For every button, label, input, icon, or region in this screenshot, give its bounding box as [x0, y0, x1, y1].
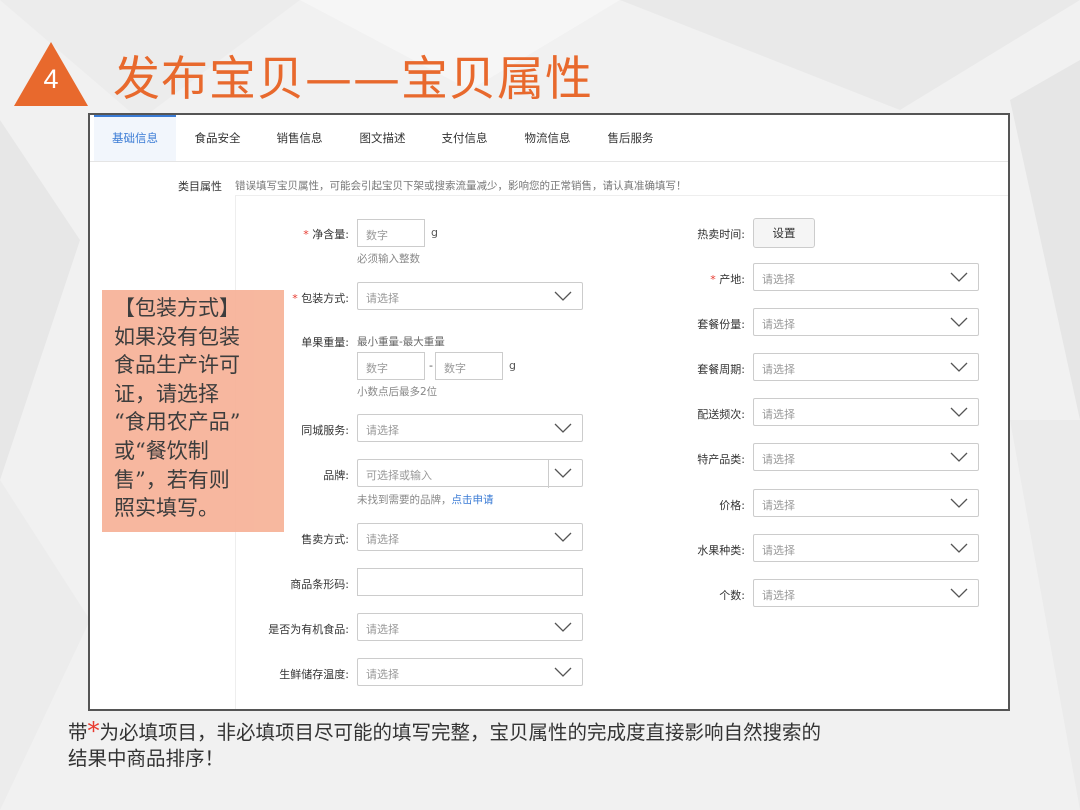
brand-hint: 未找到需要的品牌，点击申请: [357, 494, 494, 506]
net-content-input[interactable]: 数字: [357, 219, 425, 247]
price-label: 价格:: [719, 499, 745, 512]
package-count-select[interactable]: 请选择: [753, 308, 979, 336]
required-star: *: [87, 717, 100, 745]
slide-title: 发布宝贝——宝贝属性: [113, 52, 593, 107]
tab-food-safety[interactable]: 食品安全: [180, 115, 255, 159]
net-content-label: * 净含量:: [303, 228, 349, 241]
barcode-input[interactable]: [357, 568, 583, 596]
chevron-down-icon: [950, 362, 968, 372]
unit-weight-separator: -: [429, 359, 433, 372]
chevron-down-icon: [950, 498, 968, 508]
sale-method-label: 售卖方式:: [301, 533, 349, 546]
chevron-down-icon: [950, 317, 968, 327]
package-count-label: 套餐份量:: [697, 318, 745, 331]
chevron-down-icon: [554, 468, 572, 478]
net-content-hint: 必须输入整数: [357, 253, 420, 265]
chevron-down-icon: [554, 622, 572, 632]
package-period-select[interactable]: 请选择: [753, 353, 979, 381]
specialty-label: 特产品类:: [697, 453, 745, 466]
unit-weight-max-input[interactable]: 数字: [435, 352, 503, 380]
footer-prefix: 带: [68, 721, 88, 744]
organic-label: 是否为有机食品:: [268, 623, 349, 636]
fruit-type-label: 水果种类:: [697, 544, 745, 557]
delivery-freq-label: 配送频次:: [697, 408, 745, 421]
net-content-unit: g: [431, 226, 438, 239]
tab-payment-info[interactable]: 支付信息: [427, 115, 502, 159]
chevron-down-icon: [950, 588, 968, 598]
specialty-select[interactable]: 请选择: [753, 443, 979, 471]
tab-basic-info[interactable]: 基础信息: [94, 115, 176, 161]
footer-line2: 结果中商品排序！: [68, 747, 225, 770]
hot-time-set-button[interactable]: 设置: [753, 218, 815, 248]
chevron-down-icon: [554, 667, 572, 677]
unit-weight-unit: g: [509, 359, 516, 372]
packaging-callout: 【包装方式】 如果没有包装 食品生产许可 证，请选择 “食用农产品” 或“餐饮制…: [102, 290, 284, 532]
origin-select[interactable]: 请选择: [753, 263, 979, 291]
callout-text: 【包装方式】 如果没有包装 食品生产许可 证，请选择 “食用农产品” 或“餐饮制…: [114, 296, 241, 521]
count-label: 个数:: [719, 589, 745, 602]
packaging-select[interactable]: 请选择: [357, 282, 583, 310]
chevron-down-icon: [950, 407, 968, 417]
category-note: 错误填写宝贝属性，可能会引起宝贝下架或搜索流量减少，影响您的正常销售，请认真准确…: [235, 180, 687, 192]
delivery-freq-select[interactable]: 请选择: [753, 398, 979, 426]
storage-temp-select[interactable]: 请选择: [357, 658, 583, 686]
organic-select[interactable]: 请选择: [357, 613, 583, 641]
tab-logistics-info[interactable]: 物流信息: [510, 115, 585, 159]
chevron-down-icon: [554, 423, 572, 433]
chevron-down-icon: [950, 272, 968, 282]
chevron-down-icon: [554, 532, 572, 542]
step-number: 4: [43, 64, 59, 94]
chevron-down-icon: [554, 291, 572, 301]
local-service-select[interactable]: 请选择: [357, 414, 583, 442]
tab-description[interactable]: 图文描述: [345, 115, 420, 159]
fruit-type-select[interactable]: 请选择: [753, 534, 979, 562]
count-select[interactable]: 请选择: [753, 579, 979, 607]
unit-weight-min-input[interactable]: 数字: [357, 352, 425, 380]
unit-weight-range-label: 最小重量-最大重量: [357, 336, 445, 348]
tab-bar: 基础信息 食品安全 销售信息 图文描述 支付信息 物流信息 售后服务: [90, 115, 1008, 162]
chevron-down-icon: [950, 543, 968, 553]
footer-note: 带*为必填项目，非必填项目尽可能的填写完整，宝贝属性的完成度直接影响自然搜索的 …: [68, 718, 1018, 772]
tab-after-sales[interactable]: 售后服务: [593, 115, 668, 159]
price-select[interactable]: 请选择: [753, 489, 979, 517]
apply-brand-link[interactable]: 点击申请: [452, 494, 494, 506]
category-label: 类目属性: [178, 180, 222, 193]
storage-temp-label: 生鲜储存温度:: [279, 668, 349, 681]
sale-method-select[interactable]: 请选择: [357, 523, 583, 551]
barcode-label: 商品条形码:: [290, 578, 349, 591]
chevron-down-icon: [950, 452, 968, 462]
brand-divider: [548, 460, 549, 488]
tab-sales-info[interactable]: 销售信息: [262, 115, 337, 159]
package-period-label: 套餐周期:: [697, 363, 745, 376]
unit-weight-hint: 小数点后最多2位: [357, 386, 438, 398]
brand-select[interactable]: 可选择或输入: [357, 459, 583, 488]
hot-time-label: 热卖时间:: [697, 228, 745, 241]
footer-line1: 为必填项目，非必填项目尽可能的填写完整，宝贝属性的完成度直接影响自然搜索的: [99, 721, 822, 744]
origin-label: * 产地:: [710, 273, 745, 286]
